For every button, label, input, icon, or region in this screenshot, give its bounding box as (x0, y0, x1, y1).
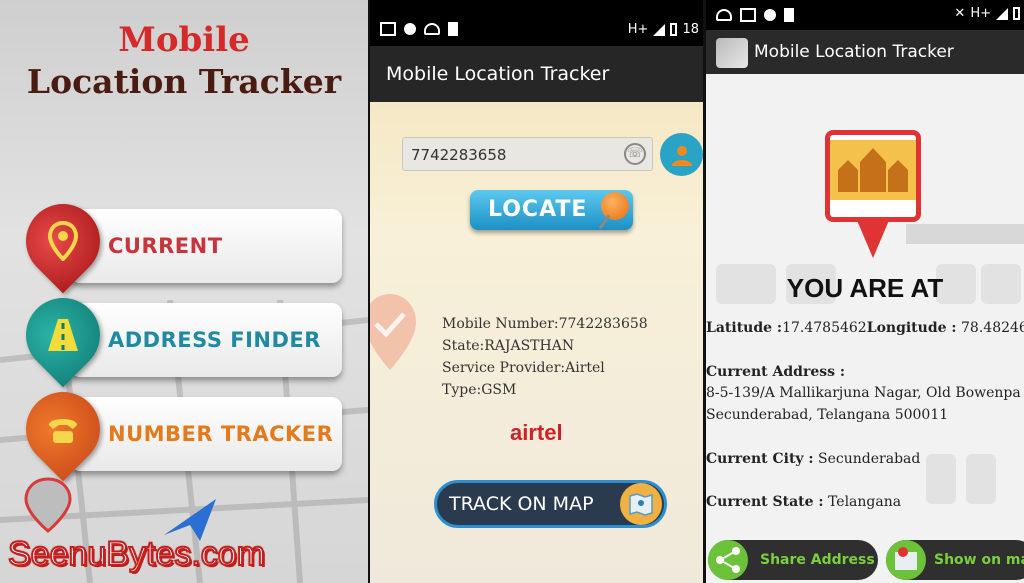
number-tracker-button[interactable]: NUMBER TRACKER (70, 397, 342, 471)
track-on-map-label: TRACK ON MAP (449, 493, 594, 515)
wifi-icon (424, 23, 440, 35)
longitude-label: Longitude : (866, 320, 957, 336)
pushpin-icon (601, 192, 629, 220)
locate-number-screen: H+ 18 Mobile Location Tracker 7742283658… (370, 0, 703, 583)
current-location-label: CURRENT LOCATION (108, 234, 230, 332)
address-line1: 8-5-139/A Mallikarjuna Nagar, Old Bowenp… (706, 385, 1021, 401)
app-bar-title: Mobile Location Tracker (370, 46, 703, 102)
airtel-logo: airtel (510, 420, 563, 445)
current-address-label: Current Address : (706, 364, 846, 380)
longitude-value: 78.482460 (961, 320, 1024, 336)
current-state-label: Current State : (706, 494, 824, 510)
road-icon (26, 298, 100, 372)
locate-button[interactable]: LOCATE (470, 190, 633, 230)
location-pin-icon (26, 204, 100, 278)
network-type-icon: H+ (970, 6, 991, 21)
type-text: Type:GSM (442, 382, 517, 398)
person-icon (671, 145, 692, 166)
current-state-row: Current State : Telangana (706, 494, 901, 510)
app-title-line2: Location Tracker (26, 62, 342, 101)
current-state-value: Telangana (823, 494, 902, 510)
you-are-at-heading: YOU ARE AT (786, 273, 944, 303)
status-bar: ✕ H+ (706, 0, 1024, 30)
status-bar: H+ 18 (370, 0, 703, 46)
share-address-label: Share Address (760, 552, 875, 568)
app-bar-title: Mobile Location Tracker (706, 30, 1024, 74)
locate-button-label: LOCATE (488, 197, 588, 222)
address-finder-badge[interactable] (10, 282, 116, 388)
main-menu-screen: Mobile Location Tracker CURRENT LOCATION… (0, 0, 368, 583)
wifi-icon (716, 9, 732, 21)
check-pin-decoration-icon (370, 294, 416, 370)
current-city-label: Current City : (706, 451, 814, 467)
show-on-map-label: Show on ma (934, 552, 1024, 568)
status-time: 18 (682, 22, 699, 37)
address-finder-button[interactable]: ADDRESS FINDER (70, 303, 342, 377)
houses-pin-icon (825, 130, 921, 222)
app-logo-icon (716, 38, 748, 68)
contact-picker-button[interactable] (660, 133, 703, 176)
latitude-value: 17.4785462 (782, 320, 867, 336)
watermark: SeenuBytes.com (7, 534, 266, 574)
current-location-badge[interactable] (10, 188, 116, 294)
signal-icon (653, 23, 666, 36)
address-finder-label: ADDRESS FINDER (108, 328, 321, 352)
motorola-icon (404, 23, 416, 35)
network-type-icon: H+ (627, 22, 649, 37)
phone-number-input[interactable]: 7742283658 ☏ (402, 137, 653, 171)
signal-icon (996, 7, 1008, 20)
map-icon (620, 483, 662, 525)
motorola-icon (764, 9, 776, 21)
map-pin-icon (886, 540, 926, 580)
pin-tail (856, 218, 890, 258)
track-on-map-button[interactable]: TRACK ON MAP (434, 480, 667, 528)
coordinates-row: Latitude :17.4785462Longitude : 78.48246… (706, 320, 1024, 336)
battery-icon (670, 23, 678, 36)
current-city-row: Current City : Secunderabad (706, 451, 920, 467)
phone-icon (26, 392, 100, 466)
current-city-value: Secunderabad (813, 451, 921, 467)
sim-icon (448, 22, 458, 36)
gallery-icon (740, 8, 756, 22)
gallery-icon (380, 22, 396, 36)
service-provider-text: Service Provider:Airtel (442, 360, 605, 376)
battery-icon (1013, 7, 1020, 20)
phone-number-value: 7742283658 (411, 146, 507, 164)
show-on-map-button[interactable]: Show on ma (886, 540, 1024, 580)
sim-icon (784, 8, 794, 22)
mute-icon: ✕ (954, 6, 966, 21)
address-line2: Secunderabad, Telangana 500011 (706, 407, 949, 423)
location-result-screen: ✕ H+ Mobile Location Tracker YOU ARE AT … (706, 0, 1024, 583)
map-pin-decoration-icon (24, 477, 72, 533)
latitude-label: Latitude : (706, 320, 783, 336)
state-text: State:RAJASTHAN (442, 338, 575, 354)
number-tracker-label: NUMBER TRACKER (108, 422, 334, 446)
share-address-button[interactable]: Share Address (708, 540, 878, 580)
current-location-button[interactable]: CURRENT LOCATION (70, 209, 342, 332)
mobile-number-text: Mobile Number:7742283658 (442, 316, 648, 332)
share-icon (708, 540, 748, 580)
number-tracker-badge[interactable] (10, 376, 116, 482)
call-icon[interactable]: ☏ (624, 143, 646, 165)
app-title-line1: Mobile (118, 20, 250, 60)
